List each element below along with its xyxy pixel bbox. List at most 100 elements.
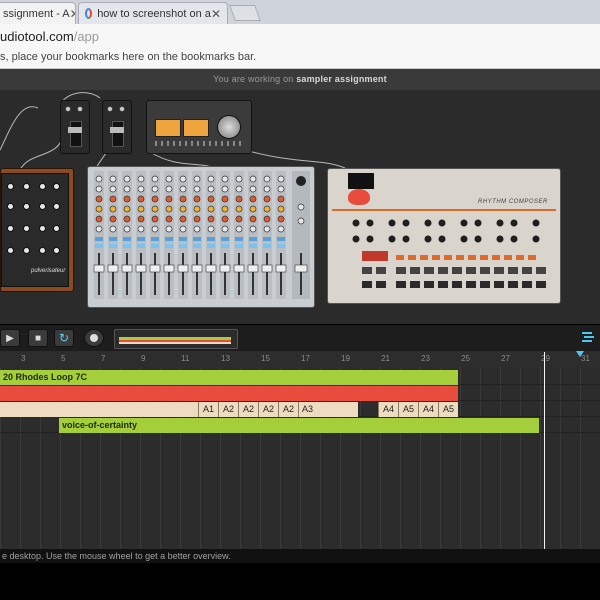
knob-icon[interactable]: [53, 225, 60, 232]
loop-button[interactable]: ↻: [54, 329, 74, 347]
knob-icon[interactable]: [7, 183, 14, 190]
pattern-block[interactable]: A5: [438, 402, 458, 417]
knob-icon[interactable]: [23, 183, 30, 190]
google-icon: [85, 8, 93, 19]
knob-icon[interactable]: [39, 203, 46, 210]
tab-title: ssignment - A: [3, 7, 70, 20]
transport-bar: ▶ ■ ↻: [0, 324, 600, 352]
compressor-unit-2[interactable]: [102, 100, 132, 154]
device-desktop[interactable]: pulverisateur RHYTHM COMPOSER: [0, 90, 600, 324]
url-text[interactable]: udiotool.com/app: [0, 29, 99, 44]
rhythm-composer-drum-machine[interactable]: RHYTHM COMPOSER: [327, 168, 561, 304]
knob-icon[interactable]: [65, 106, 71, 112]
knob-icon[interactable]: [53, 183, 60, 190]
overview-tan-bar: [119, 342, 231, 344]
ruler-tick: 27: [501, 354, 510, 363]
record-icon: [90, 334, 98, 342]
bookmarks-bar: s, place your bookmarks here on the book…: [0, 48, 600, 69]
header-prefix: You are working on: [213, 74, 294, 84]
vu-meter-unit[interactable]: [146, 100, 252, 154]
mixer-channel-strips: [93, 170, 310, 300]
pulverisateur-synth[interactable]: pulverisateur: [0, 168, 74, 292]
drum-machine-brand: RHYTHM COMPOSER: [478, 199, 548, 205]
pattern-block[interactable]: A5: [398, 402, 418, 417]
pattern-block[interactable]: A2: [238, 402, 258, 417]
record-button[interactable]: [84, 329, 104, 347]
status-text: e desktop. Use the mouse wheel to get a …: [2, 551, 231, 561]
clip-pattern-empty[interactable]: [0, 402, 198, 417]
ruler-tick: 23: [421, 354, 430, 363]
clip-red-region[interactable]: [0, 386, 458, 401]
drum-machine-controls: [352, 219, 546, 288]
ruler-tick: 19: [341, 354, 350, 363]
pattern-block[interactable]: A4: [418, 402, 438, 417]
drum-machine-badge: [348, 173, 374, 189]
bottom-area: [0, 563, 600, 600]
ruler-tick: 11: [181, 354, 190, 363]
knob-icon[interactable]: [39, 183, 46, 190]
clip-voice-of-certainty[interactable]: voice-of-certainty: [59, 418, 539, 433]
heart-icon: [348, 189, 370, 205]
loop-end-marker[interactable]: [576, 351, 584, 357]
knob-icon[interactable]: [39, 247, 46, 254]
pattern-block[interactable]: A3: [298, 402, 358, 417]
loop-icon: ↻: [58, 331, 70, 345]
tab-google-search[interactable]: how to screenshot on a ✕: [78, 2, 228, 24]
ruler-tick: 7: [101, 354, 106, 363]
timeline-ruler[interactable]: 3 5 7 9 11 13 15 17 19 21 23 25 27 29 31: [0, 351, 600, 368]
stop-button[interactable]: ■: [28, 329, 48, 347]
ruler-tick: 5: [61, 354, 66, 363]
master-knob-icon[interactable]: [217, 115, 241, 139]
fader-handle[interactable]: [68, 127, 82, 133]
playhead[interactable]: [544, 352, 545, 550]
knob-icon[interactable]: [119, 106, 125, 112]
knob-icon[interactable]: [7, 203, 14, 210]
knob-icon[interactable]: [39, 225, 46, 232]
fader-slot: [112, 121, 124, 147]
address-bar[interactable]: udiotool.com/app: [0, 24, 600, 49]
project-name[interactable]: sampler assignment: [296, 74, 387, 84]
orange-stripe: [332, 209, 556, 211]
ruler-tick: 25: [461, 354, 470, 363]
knob-icon[interactable]: [107, 106, 113, 112]
timeline-menu-icon[interactable]: [578, 329, 598, 347]
close-icon[interactable]: ✕: [211, 7, 221, 21]
knob-icon[interactable]: [77, 106, 83, 112]
knob-icon[interactable]: [23, 203, 30, 210]
ruler-tick: 9: [141, 354, 146, 363]
ruler-tick: 15: [261, 354, 270, 363]
app-header: You are working on sampler assignment: [0, 69, 600, 91]
arrangement-grid[interactable]: 20 Rhodes Loop 7C A1 A2 A2 A2 A2 A3 A4 A…: [0, 367, 600, 549]
knob-icon[interactable]: [7, 247, 14, 254]
close-icon[interactable]: ✕: [70, 7, 75, 21]
mixer-device[interactable]: [87, 166, 315, 308]
ruler-tick: 17: [301, 354, 310, 363]
play-icon: ▶: [6, 332, 14, 344]
knob-icon[interactable]: [7, 225, 14, 232]
pattern-block[interactable]: A2: [258, 402, 278, 417]
timeline-overview[interactable]: [114, 329, 238, 349]
track-lane-voice: voice-of-certainty: [0, 418, 600, 433]
clip-rhodes-loop[interactable]: 20 Rhodes Loop 7C: [0, 370, 458, 385]
pattern-block[interactable]: A2: [218, 402, 238, 417]
pattern-block[interactable]: A4: [378, 402, 398, 417]
pattern-block[interactable]: A1: [198, 402, 218, 417]
ruler-tick: 29: [541, 354, 550, 363]
pattern-block[interactable]: A2: [278, 402, 298, 417]
compressor-unit-1[interactable]: [60, 100, 90, 154]
track-lane-patterns: A1 A2 A2 A2 A2 A3 A4 A5 A4 A5: [0, 402, 600, 417]
knob-icon[interactable]: [23, 225, 30, 232]
knob-icon[interactable]: [53, 203, 60, 210]
play-button[interactable]: ▶: [0, 329, 20, 347]
ruler-tick: 21: [381, 354, 390, 363]
tab-audiotool[interactable]: ssignment - A ✕: [0, 2, 76, 24]
knob-icon[interactable]: [23, 247, 30, 254]
fader-handle[interactable]: [110, 127, 124, 133]
synth-brand-label: pulverisateur: [31, 268, 66, 274]
ruler-tick: 3: [21, 354, 26, 363]
new-tab-button[interactable]: [229, 5, 261, 21]
vu-meter-right: [183, 119, 209, 137]
stop-icon: ■: [34, 332, 42, 344]
status-bar: e desktop. Use the mouse wheel to get a …: [0, 549, 600, 563]
knob-icon[interactable]: [53, 247, 60, 254]
